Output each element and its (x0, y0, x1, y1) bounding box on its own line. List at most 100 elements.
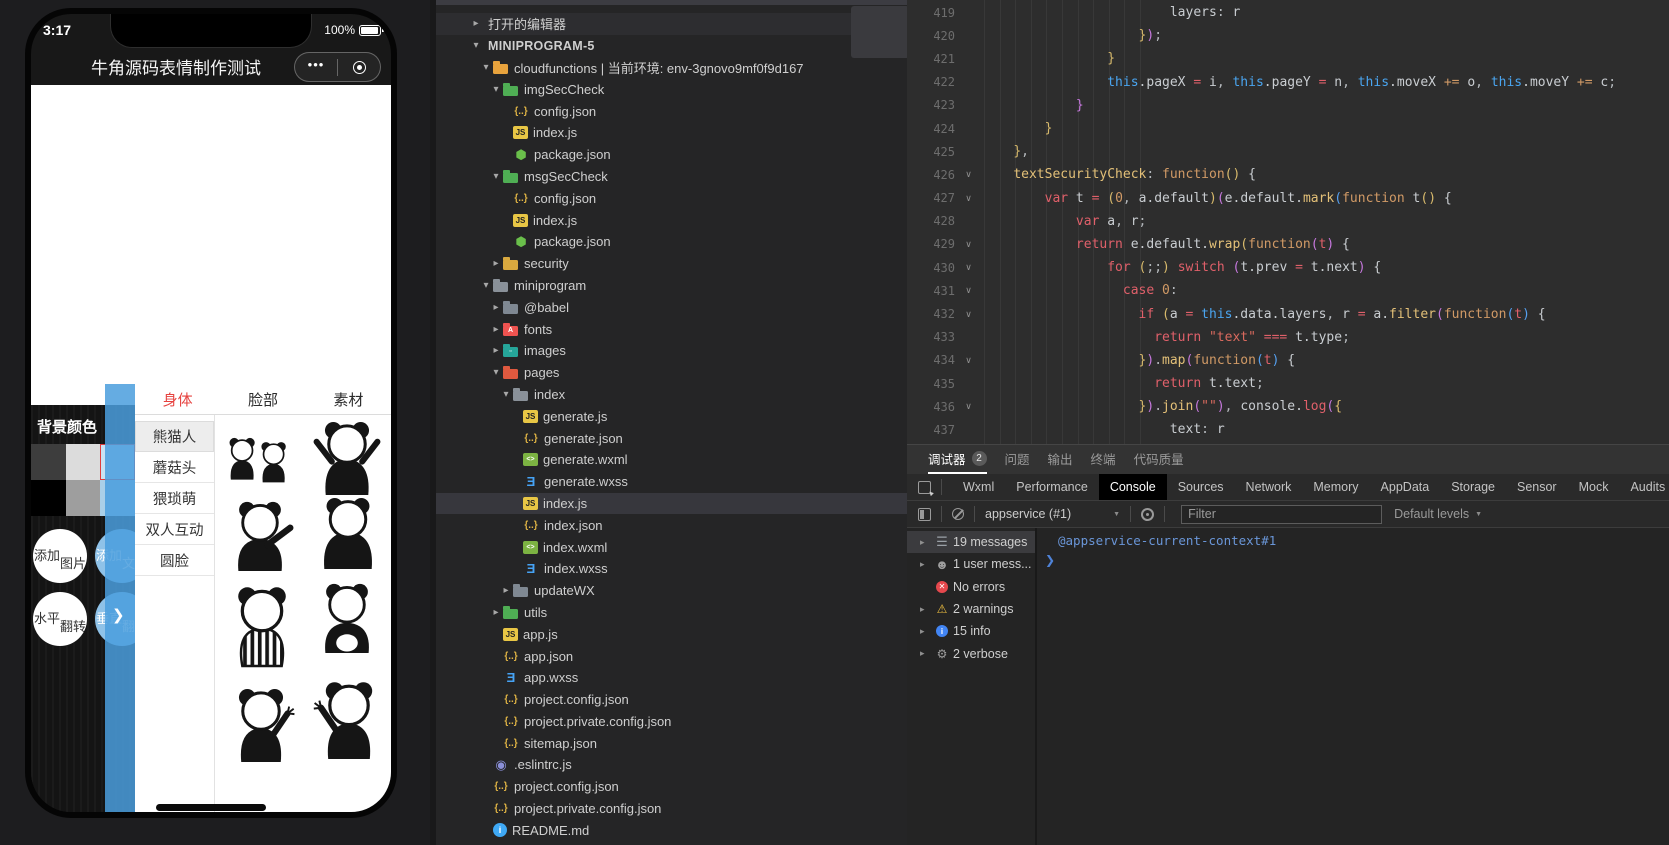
code-line[interactable]: 435 return t.text; (907, 372, 1669, 395)
chevron-right-icon[interactable]: ▸ (489, 258, 503, 269)
chevron-right-icon[interactable]: ▸ (469, 18, 483, 29)
tree-row[interactable]: {..} project.config.json (436, 776, 907, 798)
chevron-down-icon[interactable]: ▾ (479, 280, 493, 291)
devtools-tab-network[interactable]: Network (1235, 474, 1303, 500)
tree-row[interactable]: JS app.js (436, 623, 907, 645)
console-filter-15-info[interactable]: ▸ i 15 info (907, 620, 1035, 642)
code-line[interactable]: 429 ∨ return e.default.wrap(function(t) { (907, 233, 1669, 256)
tree-row[interactable]: ▾ cloudfunctions | 当前环境: env-3gnovo9mf0f9… (436, 57, 907, 79)
sticker-tab-脸部[interactable]: 脸部 (220, 385, 305, 414)
tree-row[interactable]: ▾ MINIPROGRAM-5 (436, 35, 907, 57)
category-圆脸[interactable]: 圆脸 (135, 545, 214, 576)
tree-row[interactable]: {..} app.json (436, 645, 907, 667)
console-prompt-icon[interactable]: ❯ (1045, 553, 1055, 567)
code-line[interactable]: 427 ∨ var t = (0, a.default)(e.default.ma… (907, 187, 1669, 210)
sticker-panda-duo[interactable] (223, 425, 299, 495)
debugger-tab-输出[interactable]: 输出 (1048, 445, 1073, 474)
color-swatch[interactable] (65, 444, 101, 480)
action-button-水平翻转[interactable]: 水平 翻转 (33, 592, 87, 646)
tree-row[interactable]: JS index.js (436, 122, 907, 144)
chevron-right-icon[interactable]: ▸ (489, 302, 503, 313)
fold-chevron-icon[interactable]: ∨ (955, 193, 982, 204)
console-log-area[interactable]: @appservice-current-context#1 ❯ (1037, 528, 1669, 845)
code-editor[interactable]: 419 layers: r 420 }); 421 } 422 this.pageX … (907, 0, 1669, 444)
tree-row[interactable]: ▾ miniprogram (436, 275, 907, 297)
tree-row[interactable]: Ǝapp.wxss (436, 667, 907, 689)
tree-row[interactable]: i README.md (436, 819, 907, 841)
chevron-down-icon[interactable]: ▾ (489, 367, 503, 378)
chevron-right-icon[interactable]: ❯ (112, 606, 125, 624)
fold-chevron-icon[interactable]: ∨ (955, 355, 982, 366)
tree-row[interactable]: ▸ Afonts (436, 318, 907, 340)
debugger-tab-问题[interactable]: 问题 (1005, 445, 1030, 474)
sticker-panda-wave-2[interactable] (309, 671, 389, 767)
chevron-right-icon[interactable]: ▸ (920, 604, 931, 615)
emoji-canvas[interactable] (31, 85, 391, 405)
devtools-tab-wxml[interactable]: Wxml (952, 474, 1005, 500)
tree-row[interactable]: ▸ updateWX (436, 580, 907, 602)
fold-chevron-icon[interactable]: ∨ (955, 401, 982, 412)
tree-row[interactable]: JS index.js (436, 209, 907, 231)
code-line[interactable]: 432 ∨ if (a = this.data.layers, r = a.fil… (907, 302, 1669, 325)
category-双人互动[interactable]: 双人互动 (135, 514, 214, 545)
devtools-tab-sensor[interactable]: Sensor (1506, 474, 1568, 500)
tree-row[interactable]: ▸ 打开的编辑器 (436, 13, 907, 35)
tree-row[interactable]: ▸ utils (436, 602, 907, 624)
chevron-right-icon[interactable]: ▸ (499, 585, 513, 596)
tree-row[interactable]: {..} sitemap.json (436, 732, 907, 754)
tree-row[interactable]: ▸ ▫ images (436, 340, 907, 362)
chevron-down-icon[interactable]: ▾ (469, 40, 483, 51)
console-filter-2-verbose[interactable]: ▸ ⚙ 2 verbose (907, 642, 1035, 664)
sticker-panda-pajama[interactable] (221, 573, 303, 677)
chevron-down-icon[interactable]: ▾ (499, 389, 513, 400)
fold-chevron-icon[interactable]: ∨ (955, 239, 982, 250)
sidebar-toggle-icon[interactable] (918, 507, 931, 521)
chevron-right-icon[interactable]: ▸ (489, 324, 503, 335)
tree-row[interactable]: ▾ msgSecCheck (436, 166, 907, 188)
code-line[interactable]: 425 }, (907, 140, 1669, 163)
devtools-tab-storage[interactable]: Storage (1440, 474, 1506, 500)
code-line[interactable]: 428 var a, r; (907, 210, 1669, 233)
clear-console-icon[interactable] (952, 508, 964, 520)
sticker-panda-sit[interactable] (309, 581, 385, 653)
chevron-right-icon[interactable]: ▸ (920, 626, 931, 637)
chevron-right-icon[interactable]: ▸ (489, 607, 503, 618)
console-filter-19-messages[interactable]: ▸ ☰ 19 messages (907, 531, 1035, 554)
console-filter-1-user-mess-[interactable]: ▸ ☻ 1 user mess... (907, 553, 1035, 575)
action-button-添加图片[interactable]: 添加 图片 (33, 529, 87, 583)
code-line[interactable]: 424 } (907, 117, 1669, 140)
tree-row[interactable]: <> index.wxml (436, 536, 907, 558)
tree-row[interactable]: ◉ .eslintrc.js (436, 754, 907, 776)
tree-row[interactable]: {..} project.private.config.json (436, 798, 907, 820)
tree-row[interactable]: ⬢ package.json (436, 231, 907, 253)
code-line[interactable]: 434 ∨ }).map(function(t) { (907, 349, 1669, 372)
tree-row[interactable]: {..} config.json (436, 187, 907, 209)
close-target-icon[interactable] (338, 60, 380, 74)
code-line[interactable]: 421 } (907, 47, 1669, 70)
category-蘑菇头[interactable]: 蘑菇头 (135, 452, 214, 483)
fold-chevron-icon[interactable]: ∨ (955, 262, 982, 273)
tree-row[interactable]: {..} config.json (436, 100, 907, 122)
sticker-panda-wave[interactable] (223, 677, 299, 771)
tree-row[interactable]: ▸ @babel (436, 296, 907, 318)
category-猥琐萌[interactable]: 猥琐萌 (135, 483, 214, 514)
code-line[interactable]: 437 text: r (907, 418, 1669, 441)
live-expression-eye-icon[interactable] (1141, 507, 1155, 521)
tree-row[interactable]: ▸ security (436, 253, 907, 275)
tree-row[interactable]: {..} project.config.json (436, 689, 907, 711)
capsule-menu[interactable]: ••• (294, 52, 381, 82)
sticker-panda-lean[interactable] (307, 419, 387, 495)
devtools-tab-performance[interactable]: Performance (1005, 474, 1099, 500)
console-filter-2-warnings[interactable]: ▸ ⚠ 2 warnings (907, 598, 1035, 620)
sticker-tab-素材[interactable]: 素材 (306, 385, 391, 414)
more-dots-icon[interactable]: ••• (295, 58, 337, 77)
sticker-tab-身体[interactable]: 身体 (135, 385, 220, 414)
sticker-panda-point[interactable] (217, 499, 303, 571)
debugger-tab-调试器[interactable]: 调试器 2 (928, 445, 987, 474)
explorer-scrollbar-thumb[interactable] (851, 6, 907, 58)
debugger-tab-代码质量[interactable]: 代码质量 (1134, 445, 1184, 474)
fold-chevron-icon[interactable]: ∨ (955, 285, 982, 296)
devtools-tab-sources[interactable]: Sources (1167, 474, 1235, 500)
context-selector[interactable]: appservice (#1) (985, 507, 1071, 521)
fold-chevron-icon[interactable]: ∨ (955, 169, 982, 180)
